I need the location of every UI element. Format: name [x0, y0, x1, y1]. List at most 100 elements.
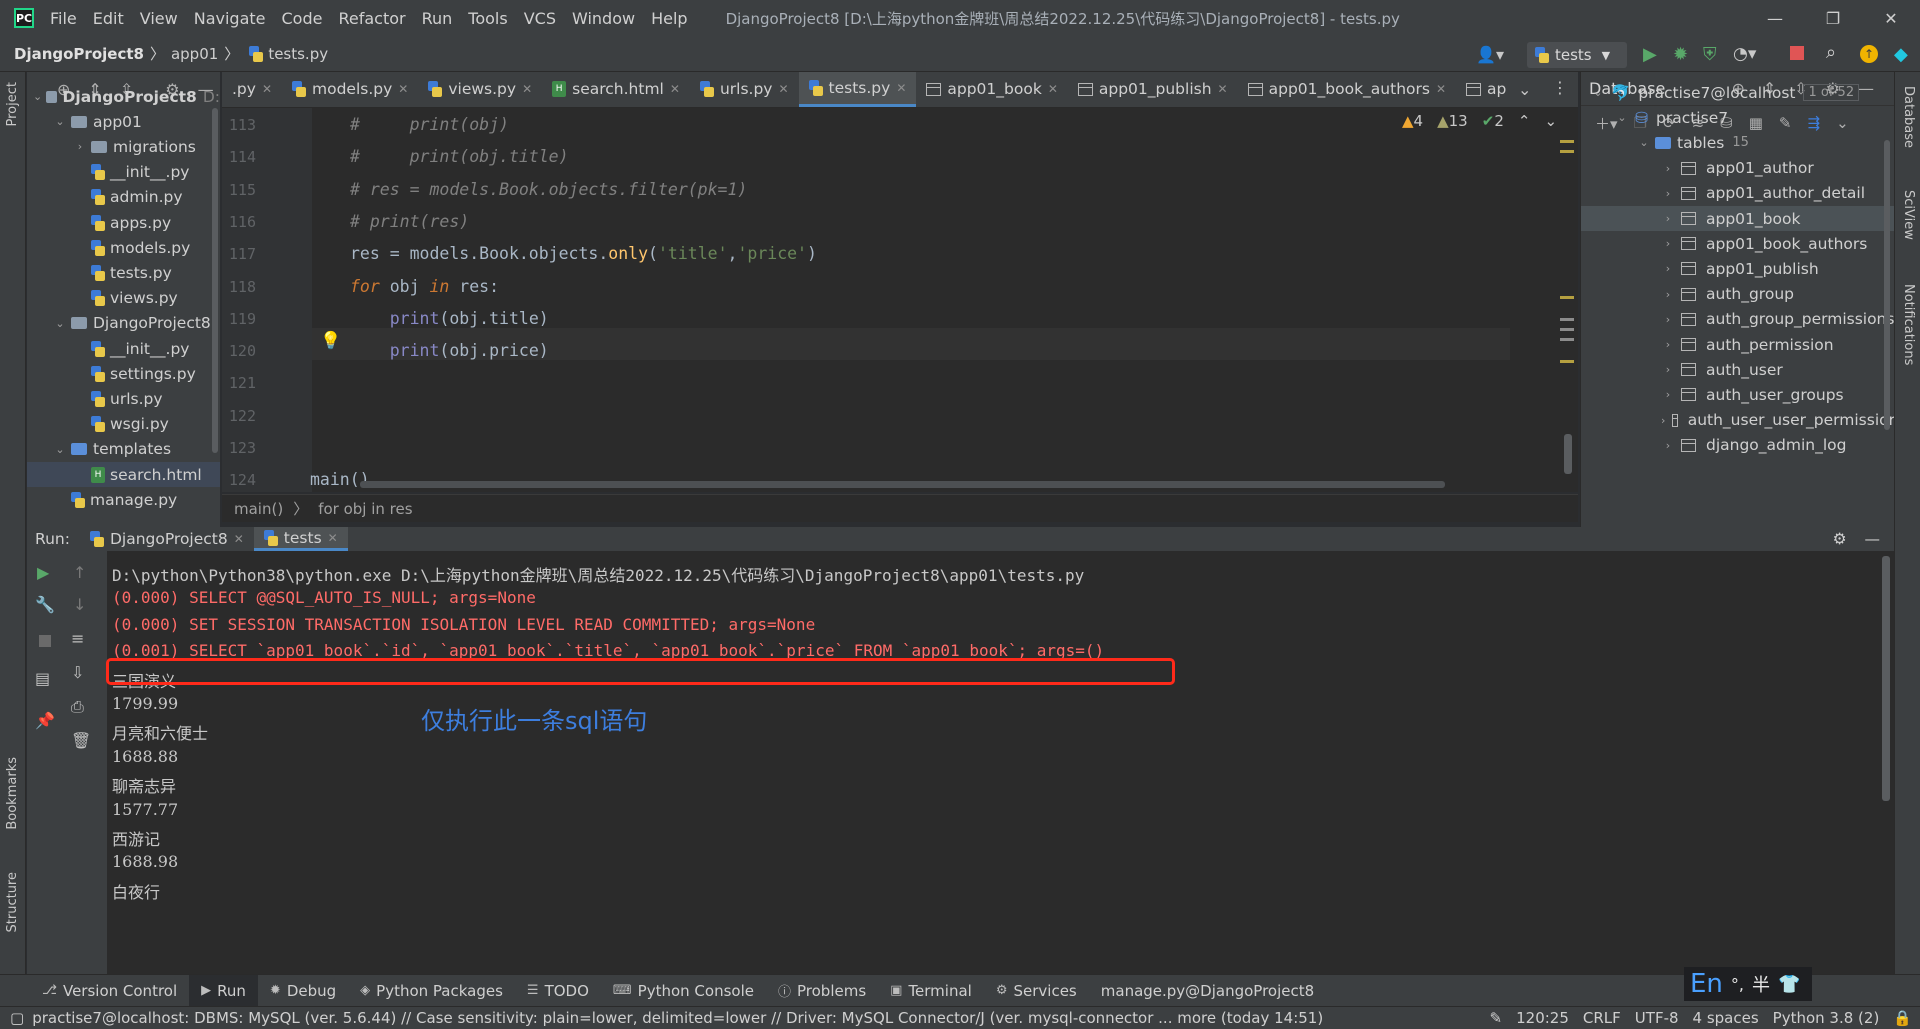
- debug-icon[interactable]: ✹: [1673, 44, 1688, 65]
- db-table[interactable]: › app01_book_authors: [1581, 231, 1894, 256]
- editor-tab[interactable]: .py ✕: [222, 72, 282, 107]
- tool-window-debug[interactable]: ✹ Debug: [258, 975, 348, 1007]
- layout-icon[interactable]: ▤: [35, 669, 50, 688]
- tree-item[interactable]: models.py: [27, 235, 220, 260]
- run-tab[interactable]: tests ✕: [253, 527, 348, 551]
- tool-window-run[interactable]: ▶ Run: [189, 974, 258, 1007]
- caret-position[interactable]: 120:25: [1516, 1009, 1583, 1027]
- stripe-mark[interactable]: [1560, 150, 1574, 153]
- menu-vcs[interactable]: VCS: [516, 9, 564, 28]
- stripe-mark[interactable]: [1560, 360, 1574, 363]
- close-icon[interactable]: ✕: [398, 82, 408, 96]
- tree-item[interactable]: wsgi.py: [27, 412, 220, 437]
- db-table[interactable]: › app01_book: [1581, 206, 1894, 231]
- print-icon[interactable]: ⎙: [71, 697, 84, 717]
- python-interpreter[interactable]: Python 3.8 (2): [1773, 1009, 1894, 1027]
- chevron-right-icon[interactable]: ›: [1661, 439, 1675, 452]
- minimize-icon[interactable]: —: [1750, 0, 1800, 36]
- close-icon[interactable]: ✕: [1866, 0, 1916, 36]
- notifications-tool-button[interactable]: Notifications: [1901, 284, 1916, 365]
- more-icon[interactable]: ⋮: [1552, 78, 1568, 97]
- stop-icon[interactable]: [39, 635, 51, 647]
- crumb-function[interactable]: main(): [234, 500, 283, 518]
- menu-run[interactable]: Run: [414, 9, 461, 28]
- breadcrumb-project[interactable]: DjangoProject8: [14, 45, 144, 63]
- db-table[interactable]: › auth_group_permissions: [1581, 307, 1894, 332]
- close-icon[interactable]: ✕: [262, 82, 272, 96]
- chevron-down-icon[interactable]: ⌄: [1637, 136, 1651, 149]
- lock-icon[interactable]: 🔒: [1893, 1009, 1920, 1027]
- layout-icon[interactable]: ▢: [0, 1009, 32, 1027]
- sciview-tool-button[interactable]: SciView: [1901, 190, 1916, 240]
- close-icon[interactable]: ✕: [778, 82, 788, 96]
- menu-edit[interactable]: Edit: [85, 9, 132, 28]
- chevron-right-icon[interactable]: ›: [1661, 212, 1675, 225]
- chevron-right-icon[interactable]: ›: [1661, 363, 1675, 376]
- tree-item[interactable]: manage.py: [27, 487, 220, 512]
- close-icon[interactable]: ✕: [328, 531, 338, 545]
- chevron-right-icon[interactable]: ›: [1661, 414, 1666, 427]
- chevron-up-icon[interactable]: ⌃: [1518, 112, 1531, 130]
- editor-scrollbar[interactable]: [1564, 434, 1572, 474]
- db-table[interactable]: › auth_user_groups: [1581, 382, 1894, 407]
- chevron-down-icon[interactable]: ⌄: [1518, 80, 1531, 99]
- menu-help[interactable]: Help: [643, 9, 695, 28]
- editor-tab[interactable]: models.py ✕: [282, 72, 418, 107]
- db-table[interactable]: › app01_author_detail: [1581, 181, 1894, 206]
- scroll-to-end-icon[interactable]: ⇩: [71, 663, 84, 682]
- hide-icon[interactable]: —: [1865, 530, 1895, 548]
- tree-item[interactable]: ⌄ templates: [27, 437, 220, 462]
- tree-item[interactable]: ⌄ DjangoProject8 D:: [27, 84, 220, 109]
- rerun-icon[interactable]: ▶: [37, 563, 49, 582]
- up-icon[interactable]: ↑: [73, 563, 86, 582]
- stripe-mark[interactable]: [1560, 296, 1574, 299]
- chevron-right-icon[interactable]: ›: [1661, 187, 1675, 200]
- update-icon[interactable]: ↑: [1860, 45, 1878, 63]
- gear-icon[interactable]: ⚙: [1833, 530, 1865, 548]
- db-connection[interactable]: ⌄ 🐬 practise7@localhost 1 of 52: [1581, 80, 1894, 105]
- close-icon[interactable]: ✕: [896, 81, 906, 95]
- project-scrollbar[interactable]: [212, 108, 218, 453]
- tree-item[interactable]: apps.py: [27, 210, 220, 235]
- tree-item[interactable]: settings.py: [27, 361, 220, 386]
- menu-window[interactable]: Window: [564, 9, 643, 28]
- chevron-down-icon[interactable]: ⌄: [1591, 86, 1605, 99]
- profile-icon[interactable]: ◔▾: [1733, 44, 1756, 64]
- db-table[interactable]: › app01_publish: [1581, 256, 1894, 281]
- db-table[interactable]: › auth_group: [1581, 282, 1894, 307]
- tool-window-services[interactable]: ⚙ Services: [984, 975, 1089, 1007]
- chevron-right-icon[interactable]: ›: [1661, 388, 1675, 401]
- inspection-widget[interactable]: ▲4 ▲13 ✔2 ⌃ ⌄: [1402, 112, 1557, 130]
- file-encoding[interactable]: UTF-8: [1635, 1009, 1693, 1027]
- project-tool-button[interactable]: Project: [5, 82, 20, 126]
- line-separator[interactable]: CRLF: [1583, 1009, 1635, 1027]
- menu-tools[interactable]: Tools: [460, 9, 515, 28]
- chevron-down-icon[interactable]: ⌄: [1615, 111, 1629, 124]
- stripe-mark[interactable]: [1560, 328, 1574, 331]
- close-icon[interactable]: ✕: [234, 532, 244, 546]
- tree-item[interactable]: tests.py: [27, 260, 220, 285]
- tool-window-terminal[interactable]: ▣ Terminal: [878, 975, 984, 1007]
- editor-tab[interactable]: ap: [1456, 72, 1516, 107]
- restore-icon[interactable]: ❐: [1808, 0, 1858, 36]
- close-icon[interactable]: ✕: [1048, 82, 1058, 96]
- console-scrollbar[interactable]: [1882, 556, 1890, 801]
- editor-tab[interactable]: app01_book_authors ✕: [1238, 72, 1456, 107]
- database-tool-button[interactable]: Database: [1901, 86, 1916, 148]
- db-tables-group[interactable]: ⌄ tables 15: [1581, 130, 1894, 155]
- run-tab[interactable]: DjangoProject8 ✕: [80, 527, 254, 551]
- tree-item[interactable]: __init__.py: [27, 336, 220, 361]
- editor-tab[interactable]: app01_publish ✕: [1068, 72, 1238, 107]
- tree-item[interactable]: views.py: [27, 286, 220, 311]
- user-icon[interactable]: 👤▾: [1472, 42, 1508, 66]
- chevron-down-icon[interactable]: ⌄: [53, 317, 67, 330]
- close-icon[interactable]: ✕: [670, 82, 680, 96]
- down-icon[interactable]: ↓: [73, 595, 86, 614]
- structure-tool-button[interactable]: Structure: [5, 872, 20, 932]
- tree-item[interactable]: Hsearch.html: [27, 462, 220, 487]
- db-schema[interactable]: ⌄ ⛁ practise7: [1581, 105, 1894, 130]
- pin-icon[interactable]: 📌: [35, 711, 55, 730]
- db-table[interactable]: › auth_permission: [1581, 332, 1894, 357]
- tree-item[interactable]: ⌄ app01: [27, 109, 220, 134]
- chevron-down-icon[interactable]: ⌄: [53, 115, 67, 128]
